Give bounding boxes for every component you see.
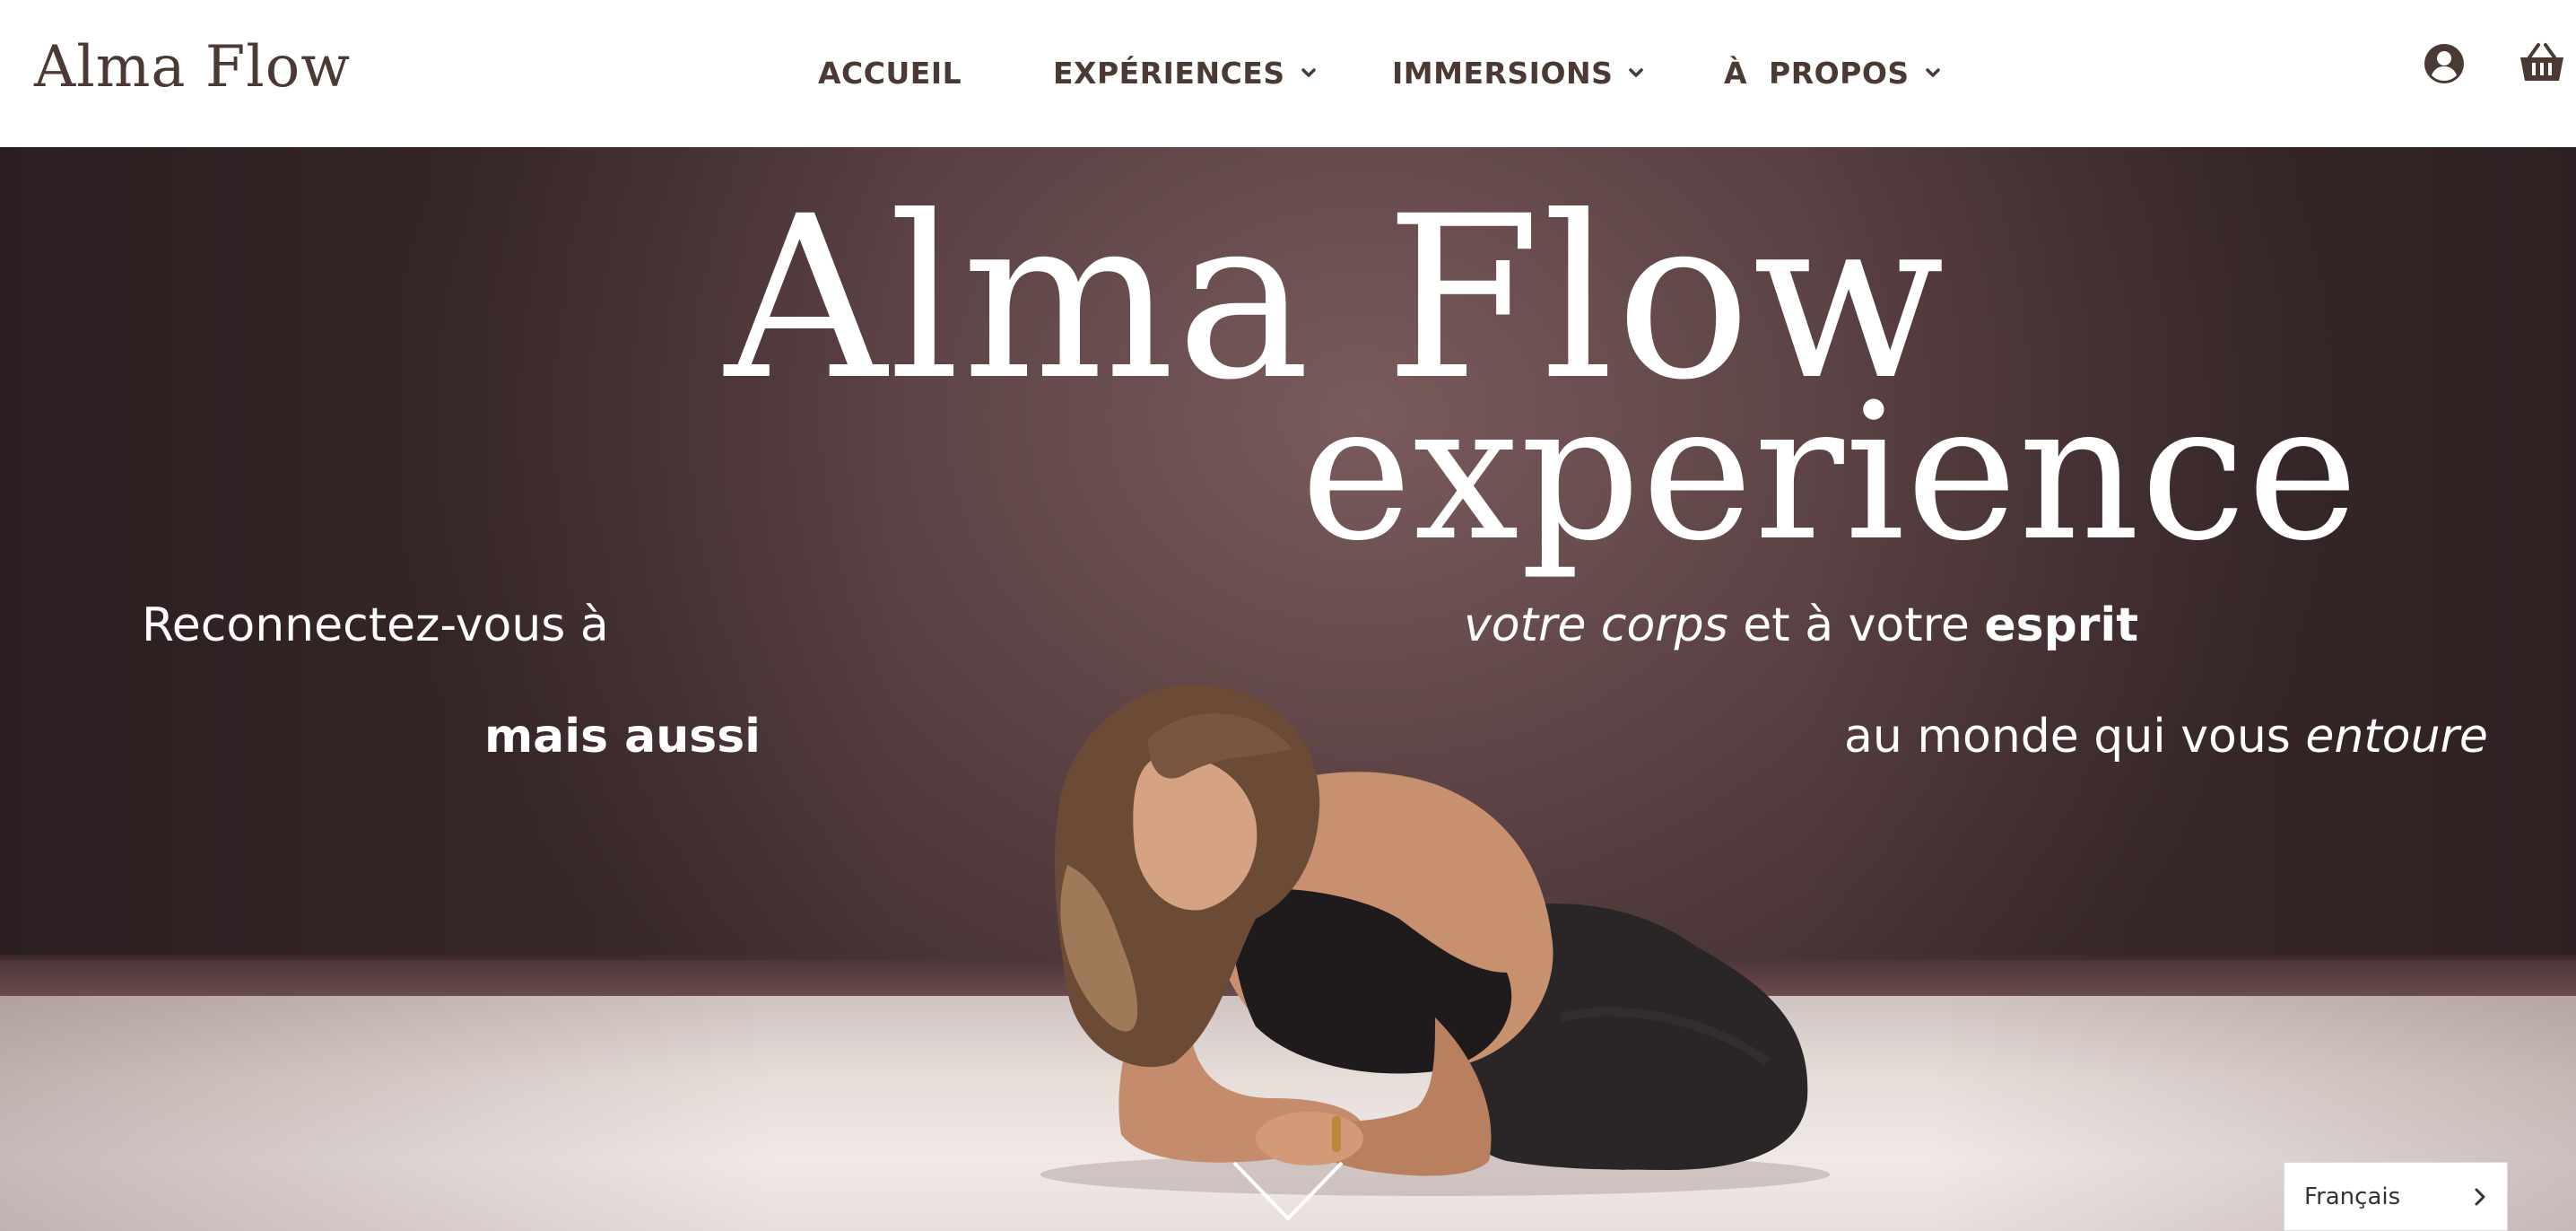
hero-tagline-line1-left: Reconnectez-vous à [142,598,609,653]
hero-tagline-line1-right: votre corps et à votre esprit [1464,598,2138,653]
tagline-text: et à votre [1727,598,1985,652]
main-nav: ACCUEIL EXPÉRIENCES IMMERSIONS À PROPOS [0,50,2576,95]
nav-item-experiences[interactable]: EXPÉRIENCES [1053,50,1318,95]
nav-item-label: IMMERSIONS [1392,55,1614,91]
site-header: Alma Flow ACCUEIL EXPÉRIENCES IMMERSIONS… [0,0,2576,147]
tagline-bold-text: esprit [1984,598,2139,652]
chevron-down-icon [1629,68,1644,77]
user-account-icon [2424,44,2464,83]
chevron-down-icon [1925,68,1940,77]
tagline-italic-text: votre corps [1464,598,1728,652]
chevron-down-icon [1301,68,1316,77]
language-selected-label: Français [2304,1183,2401,1210]
cart-button[interactable] [2517,41,2567,86]
chevron-down-icon[interactable] [1231,1159,1345,1224]
language-selector[interactable]: Français [2284,1162,2508,1231]
account-button[interactable] [2422,41,2467,86]
tagline-text: au monde qui vous [1844,710,2306,764]
nav-item-label: À PROPOS [1724,55,1910,91]
tagline-bold-text: mais aussi [484,710,761,764]
nav-item-immersions[interactable]: IMMERSIONS [1392,50,1645,95]
tagline-italic-text: entoure [2305,710,2488,764]
hero-subtitle: experience [1301,362,2360,582]
chevron-right-icon [2475,1188,2485,1206]
hero-yoga-figure-image [1040,684,1830,1196]
tagline-text: Reconnectez-vous à [142,598,609,652]
hero-banner: Alma Flow experience Reconnectez-vous à … [0,147,2576,1231]
hero-tagline-line2-left: mais aussi [484,709,761,764]
nav-item-label: EXPÉRIENCES [1053,55,1285,91]
nav-item-a-propos[interactable]: À PROPOS [1724,50,1942,95]
hero-tagline-line2-right: au monde qui vous entoure [1844,709,2488,764]
nav-item-label: ACCUEIL [818,55,962,91]
shopping-basket-icon [2520,43,2563,81]
nav-item-accueil[interactable]: ACCUEIL [818,50,962,95]
